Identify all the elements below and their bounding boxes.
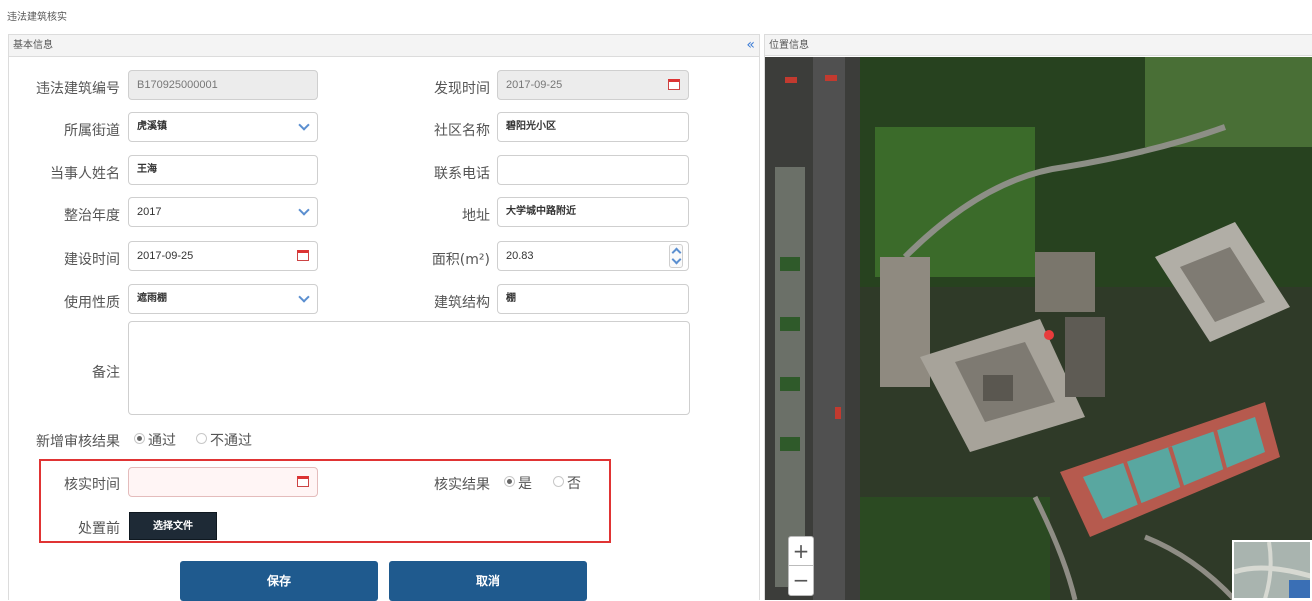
save-button[interactable]: 保存 bbox=[180, 561, 378, 601]
remark-textarea[interactable] bbox=[128, 321, 690, 415]
verify-time-label: 核实时间 bbox=[64, 477, 120, 493]
page-title: 违法建筑核实 bbox=[7, 12, 67, 23]
area-field[interactable]: 20.83 bbox=[497, 241, 689, 271]
found-time-label: 发现时间 bbox=[434, 81, 490, 97]
verify-option-no[interactable]: 否 bbox=[567, 473, 581, 493]
street-select[interactable]: 虎溪镇 bbox=[128, 112, 318, 142]
verify-time-field[interactable] bbox=[128, 467, 318, 497]
overview-map-image bbox=[1234, 542, 1310, 598]
satellite-imagery bbox=[765, 57, 1312, 600]
before-label: 处置前 bbox=[78, 521, 120, 537]
usage-label: 使用性质 bbox=[64, 295, 120, 311]
review-option-fail[interactable]: 不通过 bbox=[210, 430, 252, 450]
zoom-control: + − bbox=[788, 536, 814, 596]
cancel-button[interactable]: 取消 bbox=[389, 561, 587, 601]
calendar-icon[interactable] bbox=[297, 250, 309, 261]
zoom-out-button[interactable]: − bbox=[789, 566, 813, 595]
year-value: 2017 bbox=[137, 206, 162, 218]
street-value: 虎溪镇 bbox=[137, 121, 167, 132]
usage-select[interactable]: 遮雨棚 bbox=[128, 284, 318, 314]
area-label: 面积(m²) bbox=[431, 252, 490, 268]
code-label: 违法建筑编号 bbox=[36, 81, 120, 97]
community-label: 社区名称 bbox=[434, 123, 490, 139]
found-time-field[interactable]: 2017-09-25 bbox=[497, 70, 689, 100]
verification-highlight-box bbox=[39, 459, 611, 543]
found-time-value: 2017-09-25 bbox=[506, 79, 563, 91]
community-field[interactable]: 碧阳光小区 bbox=[497, 112, 689, 142]
usage-value: 遮雨棚 bbox=[137, 293, 167, 304]
basic-info-header: 基本信息 « bbox=[9, 35, 759, 57]
structure-label: 建筑结构 bbox=[434, 295, 490, 311]
address-field[interactable]: 大学城中路附近 bbox=[497, 197, 689, 227]
verify-radio-no[interactable] bbox=[553, 476, 564, 487]
phone-label: 联系电话 bbox=[434, 166, 490, 182]
satellite-map[interactable] bbox=[765, 57, 1312, 600]
review-label: 新增审核结果 bbox=[36, 434, 120, 450]
review-option-pass[interactable]: 通过 bbox=[148, 430, 176, 450]
verify-option-yes[interactable]: 是 bbox=[518, 473, 532, 493]
year-select[interactable]: 2017 bbox=[128, 197, 318, 227]
map-overview[interactable] bbox=[1232, 540, 1312, 600]
address-label: 地址 bbox=[462, 208, 490, 224]
location-title: 位置信息 bbox=[769, 40, 809, 51]
party-name-label: 当事人姓名 bbox=[50, 166, 120, 182]
structure-field[interactable]: 棚 bbox=[497, 284, 689, 314]
chevron-down-icon[interactable] bbox=[299, 292, 309, 302]
zoom-in-button[interactable]: + bbox=[789, 537, 813, 566]
verify-result-label: 核实结果 bbox=[434, 477, 490, 493]
remark-label: 备注 bbox=[92, 365, 120, 381]
basic-info-title: 基本信息 bbox=[13, 40, 53, 51]
calendar-icon[interactable] bbox=[668, 79, 680, 90]
phone-field[interactable] bbox=[497, 155, 689, 185]
review-radio-fail[interactable] bbox=[196, 433, 207, 444]
location-header: 位置信息 bbox=[765, 34, 1312, 56]
choose-file-button[interactable]: 选择文件 bbox=[129, 512, 217, 540]
calendar-icon[interactable] bbox=[297, 476, 309, 487]
build-time-value: 2017-09-25 bbox=[137, 250, 194, 262]
area-value: 20.83 bbox=[506, 250, 534, 262]
review-radio-pass[interactable] bbox=[134, 433, 145, 444]
double-chevron-left-icon[interactable]: « bbox=[746, 35, 755, 55]
build-time-label: 建设时间 bbox=[64, 252, 120, 268]
chevron-down-icon[interactable] bbox=[299, 120, 309, 130]
street-label: 所属街道 bbox=[64, 123, 120, 139]
verify-radio-yes[interactable] bbox=[504, 476, 515, 487]
build-time-field[interactable]: 2017-09-25 bbox=[128, 241, 318, 271]
spinner-icon[interactable] bbox=[669, 244, 683, 268]
party-name-field[interactable]: 王海 bbox=[128, 155, 318, 185]
chevron-down-icon[interactable] bbox=[299, 205, 309, 215]
year-label: 整治年度 bbox=[64, 208, 120, 224]
code-field[interactable]: B170925000001 bbox=[128, 70, 318, 100]
